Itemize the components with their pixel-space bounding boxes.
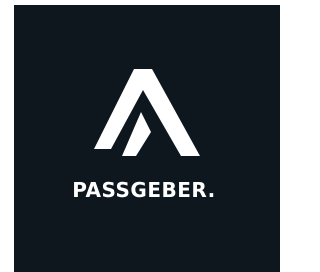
- logo-mark-outer-stroke: [94, 69, 200, 156]
- passgeber-a-mark-icon: [94, 69, 200, 156]
- brand-wordmark: PASSGEBER.: [72, 178, 216, 202]
